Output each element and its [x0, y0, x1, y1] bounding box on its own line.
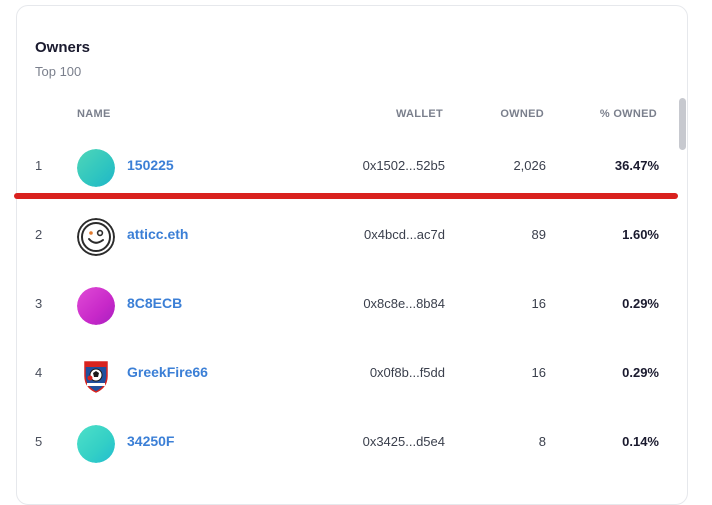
owned-count: 16: [531, 365, 546, 380]
table-row: 4 GreekFire66 0x0f8b...f5dd 16 0.29%: [17, 341, 689, 409]
percent-owned: 0.14%: [622, 434, 659, 449]
owned-count: 16: [531, 296, 546, 311]
owned-count: 8: [538, 434, 546, 449]
table-row: 2 atticc.eth 0x4bcd...ac7d 89 1.60%: [17, 203, 689, 271]
wallet-address: 0x4bcd...ac7d: [364, 227, 445, 242]
teal-gradient-avatar[interactable]: [77, 425, 115, 463]
scrollbar-thumb[interactable]: [679, 98, 686, 150]
row-rank: 1: [35, 158, 43, 173]
highlight-underline: [14, 193, 678, 199]
column-header-owned: OWNED: [500, 108, 544, 120]
owner-name-link[interactable]: atticc.eth: [127, 226, 188, 242]
column-header-percent-owned: % OWNED: [599, 108, 657, 120]
row-rank: 4: [35, 365, 43, 380]
smiley-face-avatar[interactable]: [77, 218, 115, 256]
percent-owned: 0.29%: [622, 296, 659, 311]
wallet-address: 0x0f8b...f5dd: [369, 365, 445, 380]
column-header-wallet: WALLET: [395, 108, 443, 120]
percent-owned: 0.29%: [622, 365, 659, 380]
row-rank: 5: [35, 434, 43, 449]
owned-count: 89: [531, 227, 546, 242]
table-row: 5 34250F 0x3425...d5e4 8 0.14%: [17, 410, 689, 478]
row-rank: 2: [35, 227, 43, 242]
row-rank: 3: [35, 296, 43, 311]
wallet-address: 0x1502...52b5: [362, 158, 445, 173]
owner-name-link[interactable]: 34250F: [127, 433, 174, 449]
owner-name-link[interactable]: 8C8ECB: [127, 295, 182, 311]
table-row: 1 150225 0x1502...52b5 2,026 36.47%: [17, 134, 689, 202]
owner-name-link[interactable]: GreekFire66: [127, 364, 208, 380]
table-row: 3 8C8ECB 0x8c8e...8b84 16 0.29%: [17, 272, 689, 340]
column-header-name: NAME: [77, 108, 111, 120]
card-title: Owners: [35, 39, 91, 56]
magenta-gradient-avatar[interactable]: [77, 287, 115, 325]
wallet-address: 0x8c8e...8b84: [363, 296, 445, 311]
owned-count: 2,026: [513, 158, 546, 173]
owners-card: Owners Top 100 NAME WALLET OWNED % OWNED…: [16, 5, 688, 505]
wallet-address: 0x3425...d5e4: [362, 434, 445, 449]
percent-owned: 36.47%: [614, 158, 659, 173]
percent-owned: 1.60%: [622, 227, 659, 242]
football-club-crest-avatar[interactable]: [77, 356, 115, 394]
owner-name-link[interactable]: 150225: [127, 157, 174, 173]
card-subtitle: Top 100: [35, 64, 82, 79]
teal-gradient-avatar[interactable]: [77, 149, 115, 187]
